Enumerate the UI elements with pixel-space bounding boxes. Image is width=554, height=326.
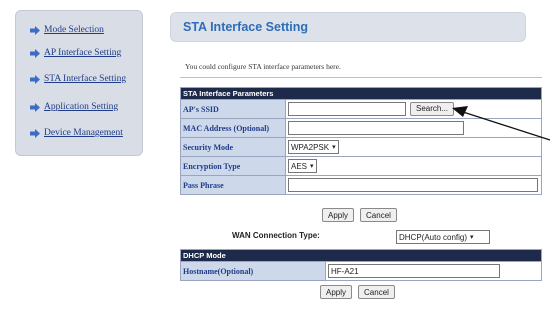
wan-connection-label: WAN Connection Type:	[232, 231, 320, 240]
sidebar-item-mode-selection[interactable]: Mode Selection	[30, 25, 104, 35]
chevron-down-icon: ▾	[470, 234, 474, 241]
arrow-right-icon	[30, 48, 40, 58]
encryption-label: Encryption Type	[180, 156, 286, 176]
wan-connection-value: DHCP(Auto config)	[399, 232, 468, 242]
table-row: Pass Phrase	[180, 175, 542, 195]
cancel-button[interactable]: Cancel	[360, 208, 397, 222]
table-row: Encryption Type AES ▾	[180, 156, 542, 176]
chevron-down-icon: ▾	[332, 144, 336, 151]
sidebar-item-label: AP Interface Setting	[44, 48, 122, 58]
apply-button[interactable]: Apply	[322, 208, 355, 222]
table-row: Hostname(Optional)	[180, 261, 542, 281]
sidebar-item-label: STA Interface Setting	[44, 74, 127, 84]
sidebar-item-device-management[interactable]: Device Management	[30, 128, 123, 138]
cancel-button[interactable]: Cancel	[358, 285, 395, 299]
section-header: DHCP Mode	[180, 249, 542, 262]
sta-button-row: Apply Cancel	[322, 208, 397, 222]
sidebar-item-label: Mode Selection	[44, 25, 104, 35]
arrow-right-icon	[30, 25, 40, 35]
passphrase-label: Pass Phrase	[180, 175, 286, 195]
encryption-type-select[interactable]: AES ▾	[288, 159, 317, 173]
dhcp-table: DHCP Mode Hostname(Optional)	[180, 249, 542, 281]
mac-label: MAC Address (Optional)	[180, 118, 286, 138]
sidebar-item-ap-interface[interactable]: AP Interface Setting	[30, 48, 121, 58]
security-label: Security Mode	[180, 137, 286, 157]
sidebar-item-label: Application Setting	[44, 102, 119, 112]
dhcp-button-row: Apply Cancel	[320, 285, 395, 299]
encryption-type-value: AES	[291, 161, 308, 171]
security-mode-select[interactable]: WPA2PSK ▾	[288, 140, 339, 154]
sidebar-item-application[interactable]: Application Setting	[30, 102, 118, 112]
arrow-right-icon	[30, 102, 40, 112]
sidebar-item-label: Device Management	[44, 128, 123, 138]
annotation-arrow-icon	[452, 106, 551, 141]
page-header: STA Interface Setting	[170, 12, 526, 42]
chevron-down-icon: ▾	[310, 163, 314, 170]
mac-input[interactable]	[288, 121, 464, 135]
sidebar-item-sta-interface[interactable]: STA Interface Setting	[30, 74, 126, 84]
wan-connection-select[interactable]: DHCP(Auto config) ▾	[396, 230, 490, 244]
hostname-label: Hostname(Optional)	[180, 261, 326, 281]
passphrase-input[interactable]	[288, 178, 538, 192]
security-mode-value: WPA2PSK	[291, 142, 330, 152]
divider	[180, 77, 542, 78]
page-title: STA Interface Setting	[183, 20, 309, 34]
ssid-label: AP's SSID	[180, 99, 286, 119]
section-header: STA Interface Parameters	[180, 87, 542, 100]
hostname-input[interactable]	[328, 264, 500, 278]
ssid-input[interactable]	[288, 102, 406, 117]
arrow-right-icon	[30, 74, 40, 84]
arrow-right-icon	[30, 128, 40, 138]
intro-text: You could configure STA interface parame…	[185, 62, 341, 71]
apply-button[interactable]: Apply	[320, 285, 353, 299]
sidebar: Mode Selection AP Interface Setting STA …	[15, 10, 143, 156]
